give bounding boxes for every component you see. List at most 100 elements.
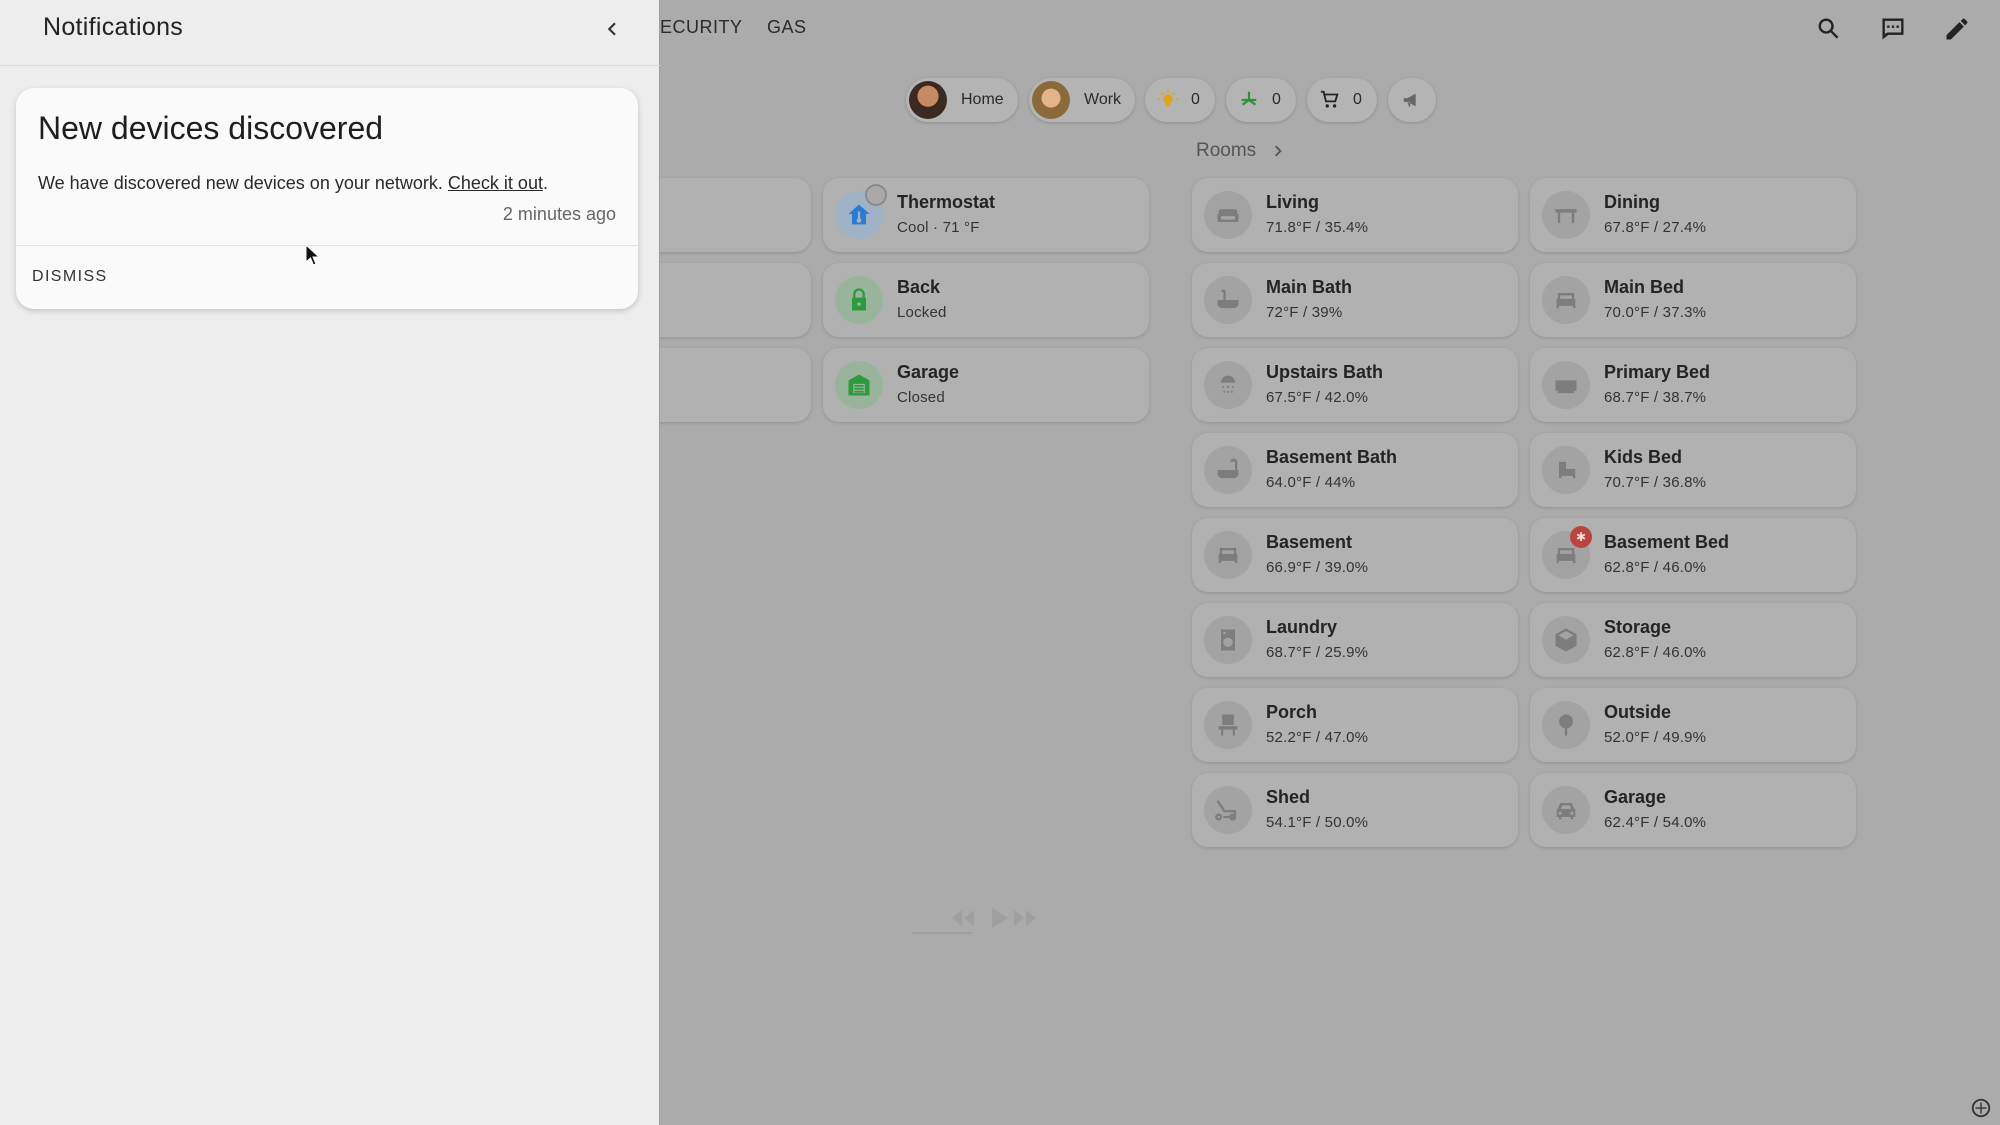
tree-icon bbox=[1542, 701, 1590, 749]
tab-gas[interactable]: GAS bbox=[767, 17, 807, 38]
card-state: 62.8°F / 46.0% bbox=[1604, 559, 1707, 576]
card-name: Main Bath bbox=[1266, 277, 1353, 297]
card-state: 52.0°F / 49.9% bbox=[1604, 729, 1707, 746]
lock-icon bbox=[835, 276, 883, 324]
drawer-title: Notifications bbox=[43, 13, 184, 41]
tab-security[interactable]: ECURITY bbox=[660, 17, 743, 38]
card-state: 54.1°F / 50.0% bbox=[1266, 814, 1369, 831]
period-text: . bbox=[542, 173, 548, 193]
lightbulb-icon bbox=[1157, 89, 1179, 111]
person-state: Home bbox=[961, 91, 1004, 108]
card-state: Cool · 71 °F bbox=[897, 219, 980, 236]
card-name: Storage bbox=[1604, 617, 1672, 637]
card-state: 64.0°F / 44% bbox=[1266, 474, 1356, 491]
room-card-kids-bed[interactable]: Kids Bed 70.7°F / 36.8% bbox=[1530, 433, 1856, 507]
card-state: Locked bbox=[897, 304, 947, 321]
shopping-count: 0 bbox=[1353, 91, 1362, 108]
person-badge-work[interactable]: Work bbox=[1029, 78, 1135, 122]
card-state: 67.5°F / 42.0% bbox=[1266, 389, 1369, 406]
table-icon bbox=[1542, 191, 1590, 239]
notification-title: New devices discovered bbox=[38, 110, 384, 146]
check-it-out-link[interactable]: Check it out bbox=[448, 173, 543, 193]
room-card-main-bath[interactable]: Main Bath 72°F / 39% bbox=[1192, 263, 1518, 337]
chair-icon bbox=[1204, 701, 1252, 749]
room-card-basement-bath[interactable]: Basement Bath 64.0°F / 44% bbox=[1192, 433, 1518, 507]
room-card-living[interactable]: Living 71.8°F / 35.4% bbox=[1192, 178, 1518, 252]
card-name: Outside bbox=[1604, 702, 1672, 722]
garage-door-card[interactable]: Garage Closed bbox=[823, 348, 1149, 422]
card-name: Main Bed bbox=[1604, 277, 1685, 297]
announce-badge[interactable] bbox=[1388, 78, 1436, 122]
chevron-right-icon bbox=[1275, 145, 1282, 157]
person-badge-home[interactable]: Home bbox=[906, 78, 1018, 122]
assist-icon[interactable] bbox=[1876, 12, 1910, 46]
room-card-garage[interactable]: Garage 62.4°F / 54.0% bbox=[1530, 773, 1856, 847]
card-name: Garage bbox=[1604, 787, 1667, 807]
card-state: 52.2°F / 47.0% bbox=[1266, 729, 1369, 746]
motion-alert-icon: ✱ bbox=[1570, 526, 1592, 548]
card-state: 67.8°F / 27.4% bbox=[1604, 219, 1707, 236]
bathtub-icon bbox=[1204, 446, 1252, 494]
room-card-upstairs-bath[interactable]: Upstairs Bath 67.5°F / 42.0% bbox=[1192, 348, 1518, 422]
room-card-shed[interactable]: Shed 54.1°F / 50.0% bbox=[1192, 773, 1518, 847]
garage-door-icon bbox=[835, 361, 883, 409]
lights-badge[interactable]: 0 bbox=[1145, 78, 1215, 122]
card-state: 68.7°F / 25.9% bbox=[1266, 644, 1369, 661]
card-state: 71.8°F / 35.4% bbox=[1266, 219, 1369, 236]
fan-icon bbox=[1238, 89, 1260, 111]
shopping-badge[interactable]: 0 bbox=[1307, 78, 1377, 122]
notification-timestamp: 2 minutes ago bbox=[502, 204, 616, 224]
card-state: 66.9°F / 39.0% bbox=[1266, 559, 1369, 576]
person-state: Work bbox=[1084, 91, 1122, 108]
bed-icon bbox=[1542, 446, 1590, 494]
card-name: Upstairs Bath bbox=[1266, 362, 1384, 382]
avatar bbox=[909, 81, 947, 119]
dismiss-button[interactable]: DISMISS bbox=[32, 268, 108, 286]
notification-message: We have discovered new devices on your n… bbox=[38, 173, 548, 194]
car-icon bbox=[1542, 786, 1590, 834]
room-card-basement-bed[interactable]: ✱ Basement Bed 62.8°F / 46.0% bbox=[1530, 518, 1856, 592]
box-icon bbox=[1542, 616, 1590, 664]
back-lock-card[interactable]: Back Locked bbox=[823, 263, 1149, 337]
thermostat-card[interactable]: Thermostat Cool · 71 °F bbox=[823, 178, 1149, 252]
fans-badge[interactable]: 0 bbox=[1226, 78, 1296, 122]
card-name: Basement bbox=[1266, 532, 1353, 552]
card-name: Thermostat bbox=[897, 192, 996, 212]
bed-icon bbox=[1204, 531, 1252, 579]
room-card-basement[interactable]: Basement 66.9°F / 39.0% bbox=[1192, 518, 1518, 592]
room-card-primary-bed[interactable]: Primary Bed 68.7°F / 38.7% bbox=[1530, 348, 1856, 422]
search-icon[interactable] bbox=[1812, 12, 1846, 46]
lights-count: 0 bbox=[1191, 91, 1200, 108]
avatar bbox=[1032, 81, 1070, 119]
card-state: 62.8°F / 46.0% bbox=[1604, 644, 1707, 661]
mower-icon bbox=[1204, 786, 1252, 834]
card-name: Living bbox=[1266, 192, 1319, 212]
help-icon[interactable] bbox=[1970, 1097, 1992, 1119]
chevron-left-icon bbox=[607, 22, 616, 36]
media-player-card[interactable] bbox=[822, 890, 1182, 946]
timer-badge-icon bbox=[865, 184, 887, 206]
notification-drawer: Notifications New devices discovered We … bbox=[0, 0, 660, 1125]
fans-count: 0 bbox=[1272, 91, 1281, 108]
close-drawer-button[interactable] bbox=[594, 12, 628, 46]
card-name: Garage bbox=[897, 362, 960, 382]
bed-icon bbox=[1542, 361, 1590, 409]
divider bbox=[16, 245, 638, 246]
room-card-laundry[interactable]: Laundry 68.7°F / 25.9% bbox=[1192, 603, 1518, 677]
room-card-storage[interactable]: Storage 62.8°F / 46.0% bbox=[1530, 603, 1856, 677]
card-name: Shed bbox=[1266, 787, 1311, 807]
room-card-porch[interactable]: Porch 52.2°F / 47.0% bbox=[1192, 688, 1518, 762]
card-name: Laundry bbox=[1266, 617, 1338, 637]
shower-icon bbox=[1204, 361, 1252, 409]
room-card-outside[interactable]: Outside 52.0°F / 49.9% bbox=[1530, 688, 1856, 762]
room-card-main-bed[interactable]: Main Bed 70.0°F / 37.3% bbox=[1530, 263, 1856, 337]
mouse-cursor-icon bbox=[305, 244, 321, 266]
room-card-dining[interactable]: Dining 67.8°F / 27.4% bbox=[1530, 178, 1856, 252]
sofa-icon bbox=[1204, 191, 1252, 239]
rooms-heading[interactable]: Rooms bbox=[1196, 140, 1290, 162]
notification-card: New devices discovered We have discovere… bbox=[16, 88, 638, 309]
rooms-title: Rooms bbox=[1196, 140, 1257, 161]
card-name: Dining bbox=[1604, 192, 1660, 212]
cart-icon bbox=[1319, 89, 1341, 111]
edit-icon[interactable] bbox=[1940, 12, 1974, 46]
